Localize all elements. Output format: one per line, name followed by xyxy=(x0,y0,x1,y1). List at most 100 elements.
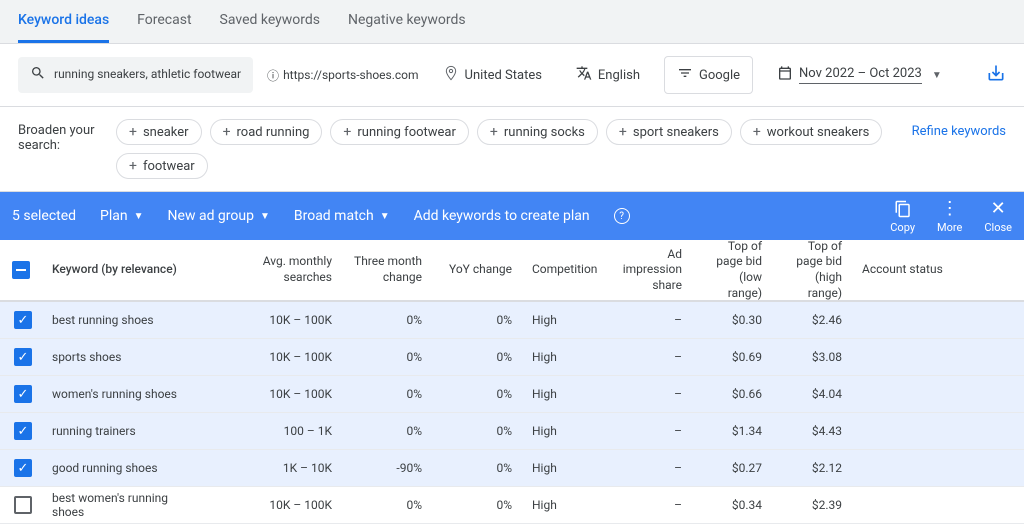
new-ad-group-dropdown[interactable]: New ad group ▼ xyxy=(168,208,270,224)
cell-keyword: best running shoes xyxy=(42,305,212,335)
cell-avg: 10K – 100K xyxy=(212,379,342,409)
col-impression-share[interactable]: Ad impression share xyxy=(602,240,692,300)
col-yoy[interactable]: YoY change xyxy=(432,240,522,300)
col-avg-searches[interactable]: Avg. monthly searches xyxy=(212,240,342,300)
cell-status xyxy=(852,312,962,328)
download-button[interactable] xyxy=(986,63,1006,88)
cell-impression: – xyxy=(602,305,692,335)
cell-avg: 10K – 100K xyxy=(212,305,342,335)
close-icon: ✕ xyxy=(991,199,1006,219)
plus-icon: + xyxy=(129,158,137,174)
cell-competition: High xyxy=(522,305,602,335)
chip-label: road running xyxy=(237,125,310,140)
help-icon[interactable]: ? xyxy=(614,208,630,224)
tab-saved-keywords[interactable]: Saved keywords xyxy=(220,0,320,43)
cell-three-month: 0% xyxy=(342,490,432,520)
calendar-icon xyxy=(777,65,793,85)
plus-icon: + xyxy=(490,124,498,140)
cell-competition: High xyxy=(522,490,602,520)
row-checkbox[interactable]: ✓ xyxy=(14,422,32,440)
table-row[interactable]: ✓women's running shoes10K – 100K0%0%High… xyxy=(0,376,1024,413)
broaden-chip[interactable]: +sneaker xyxy=(116,119,202,145)
table-row[interactable]: best women's running shoes10K – 100K0%0%… xyxy=(0,487,1024,524)
cell-keyword: sports shoes xyxy=(42,342,212,372)
cell-three-month: 0% xyxy=(342,379,432,409)
cell-impression: – xyxy=(602,379,692,409)
row-checkbox[interactable]: ✓ xyxy=(14,459,32,477)
tab-negative-keywords[interactable]: Negative keywords xyxy=(348,0,466,43)
col-bid-high[interactable]: Top of page bid (high range) xyxy=(772,240,852,300)
cell-three-month: 0% xyxy=(342,305,432,335)
copy-label: Copy xyxy=(890,221,915,234)
cell-bid-high: $4.04 xyxy=(772,379,852,409)
language-filter[interactable]: English xyxy=(566,59,650,91)
location-text: United States xyxy=(465,68,542,83)
row-checkbox[interactable]: ✓ xyxy=(14,348,32,366)
table-row[interactable]: ✓running trainers100 – 1K0%0%High–$1.34$… xyxy=(0,413,1024,450)
col-bid-low[interactable]: Top of page bid (low range) xyxy=(692,240,772,300)
language-text: English xyxy=(598,68,640,83)
tab-forecast[interactable]: Forecast xyxy=(137,0,191,43)
copy-button[interactable]: Copy xyxy=(890,199,915,234)
close-button[interactable]: ✕ Close xyxy=(984,199,1012,234)
cell-three-month: 0% xyxy=(342,342,432,372)
cell-bid-high: $3.08 xyxy=(772,342,852,372)
date-range-text: Nov 2022 – Oct 2023 xyxy=(799,66,922,84)
cell-impression: – xyxy=(602,416,692,446)
broaden-chip[interactable]: +workout sneakers xyxy=(740,119,883,145)
chevron-down-icon: ▼ xyxy=(260,211,270,222)
cell-bid-high: $2.12 xyxy=(772,453,852,483)
network-filter[interactable]: Google xyxy=(664,56,753,94)
cell-three-month: -90% xyxy=(342,453,432,483)
col-keyword[interactable]: Keyword (by relevance) xyxy=(42,240,212,300)
broaden-chip[interactable]: + road running xyxy=(210,119,323,145)
add-keywords-button[interactable]: Add keywords to create plan xyxy=(414,208,590,224)
col-competition[interactable]: Competition xyxy=(522,240,602,300)
row-checkbox[interactable] xyxy=(14,496,32,514)
row-checkbox[interactable]: ✓ xyxy=(14,385,32,403)
plus-icon: + xyxy=(223,124,231,140)
cell-yoy: 0% xyxy=(432,453,522,483)
keyword-search-box[interactable]: running sneakers, athletic footwear xyxy=(18,57,253,93)
cell-bid-low: $1.34 xyxy=(692,416,772,446)
table-row[interactable]: ✓sports shoes10K – 100K0%0%High–$0.69$3.… xyxy=(0,339,1024,376)
plus-icon: + xyxy=(343,124,351,140)
broaden-chip[interactable]: +running socks xyxy=(477,119,598,145)
row-checkbox[interactable]: ✓ xyxy=(14,311,32,329)
more-button[interactable]: ⋮ More xyxy=(937,199,962,234)
table-header: Keyword (by relevance) Avg. monthly sear… xyxy=(0,240,1024,302)
cell-yoy: 0% xyxy=(432,342,522,372)
main-tabs: Keyword ideas Forecast Saved keywords Ne… xyxy=(0,0,1024,44)
col-three-month[interactable]: Three month change xyxy=(342,240,432,300)
new-group-label: New ad group xyxy=(168,208,254,224)
cell-bid-low: $0.27 xyxy=(692,453,772,483)
cell-impression: – xyxy=(602,453,692,483)
cell-status xyxy=(852,460,962,476)
date-range-filter[interactable]: Nov 2022 – Oct 2023 ▼ xyxy=(767,59,952,91)
site-url[interactable]: ⓘ https://sports-shoes.com xyxy=(267,67,419,84)
select-all-checkbox[interactable] xyxy=(12,261,30,279)
cell-competition: High xyxy=(522,453,602,483)
broaden-chip[interactable]: +sport sneakers xyxy=(606,119,732,145)
more-label: More xyxy=(937,221,962,234)
cell-keyword: good running shoes xyxy=(42,453,212,483)
more-vert-icon: ⋮ xyxy=(941,199,959,219)
plus-icon: + xyxy=(129,124,137,140)
location-filter[interactable]: United States xyxy=(433,59,552,91)
broaden-search-row: Broaden your search: +sneaker+road runni… xyxy=(0,107,1024,192)
copy-icon xyxy=(894,199,912,219)
refine-keywords-link[interactable]: Refine keywords xyxy=(912,119,1006,141)
cell-avg: 10K – 100K xyxy=(212,342,342,372)
broaden-chip[interactable]: +footwear xyxy=(116,153,208,179)
plus-icon: + xyxy=(753,124,761,140)
broaden-chip[interactable]: +running footwear xyxy=(330,119,469,145)
broaden-chips: +sneaker+road running+running footwear+r… xyxy=(116,119,894,179)
plan-dropdown[interactable]: Plan ▼ xyxy=(100,208,144,224)
cell-bid-high: $4.43 xyxy=(772,416,852,446)
selection-action-bar: 5 selected Plan ▼ New ad group ▼ Broad m… xyxy=(0,192,1024,240)
table-row[interactable]: ✓good running shoes1K – 10K-90%0%High–$0… xyxy=(0,450,1024,487)
table-row[interactable]: ✓best running shoes10K – 100K0%0%High–$0… xyxy=(0,302,1024,339)
match-type-dropdown[interactable]: Broad match ▼ xyxy=(294,208,390,224)
col-account-status[interactable]: Account status xyxy=(852,240,962,300)
tab-keyword-ideas[interactable]: Keyword ideas xyxy=(18,0,109,43)
